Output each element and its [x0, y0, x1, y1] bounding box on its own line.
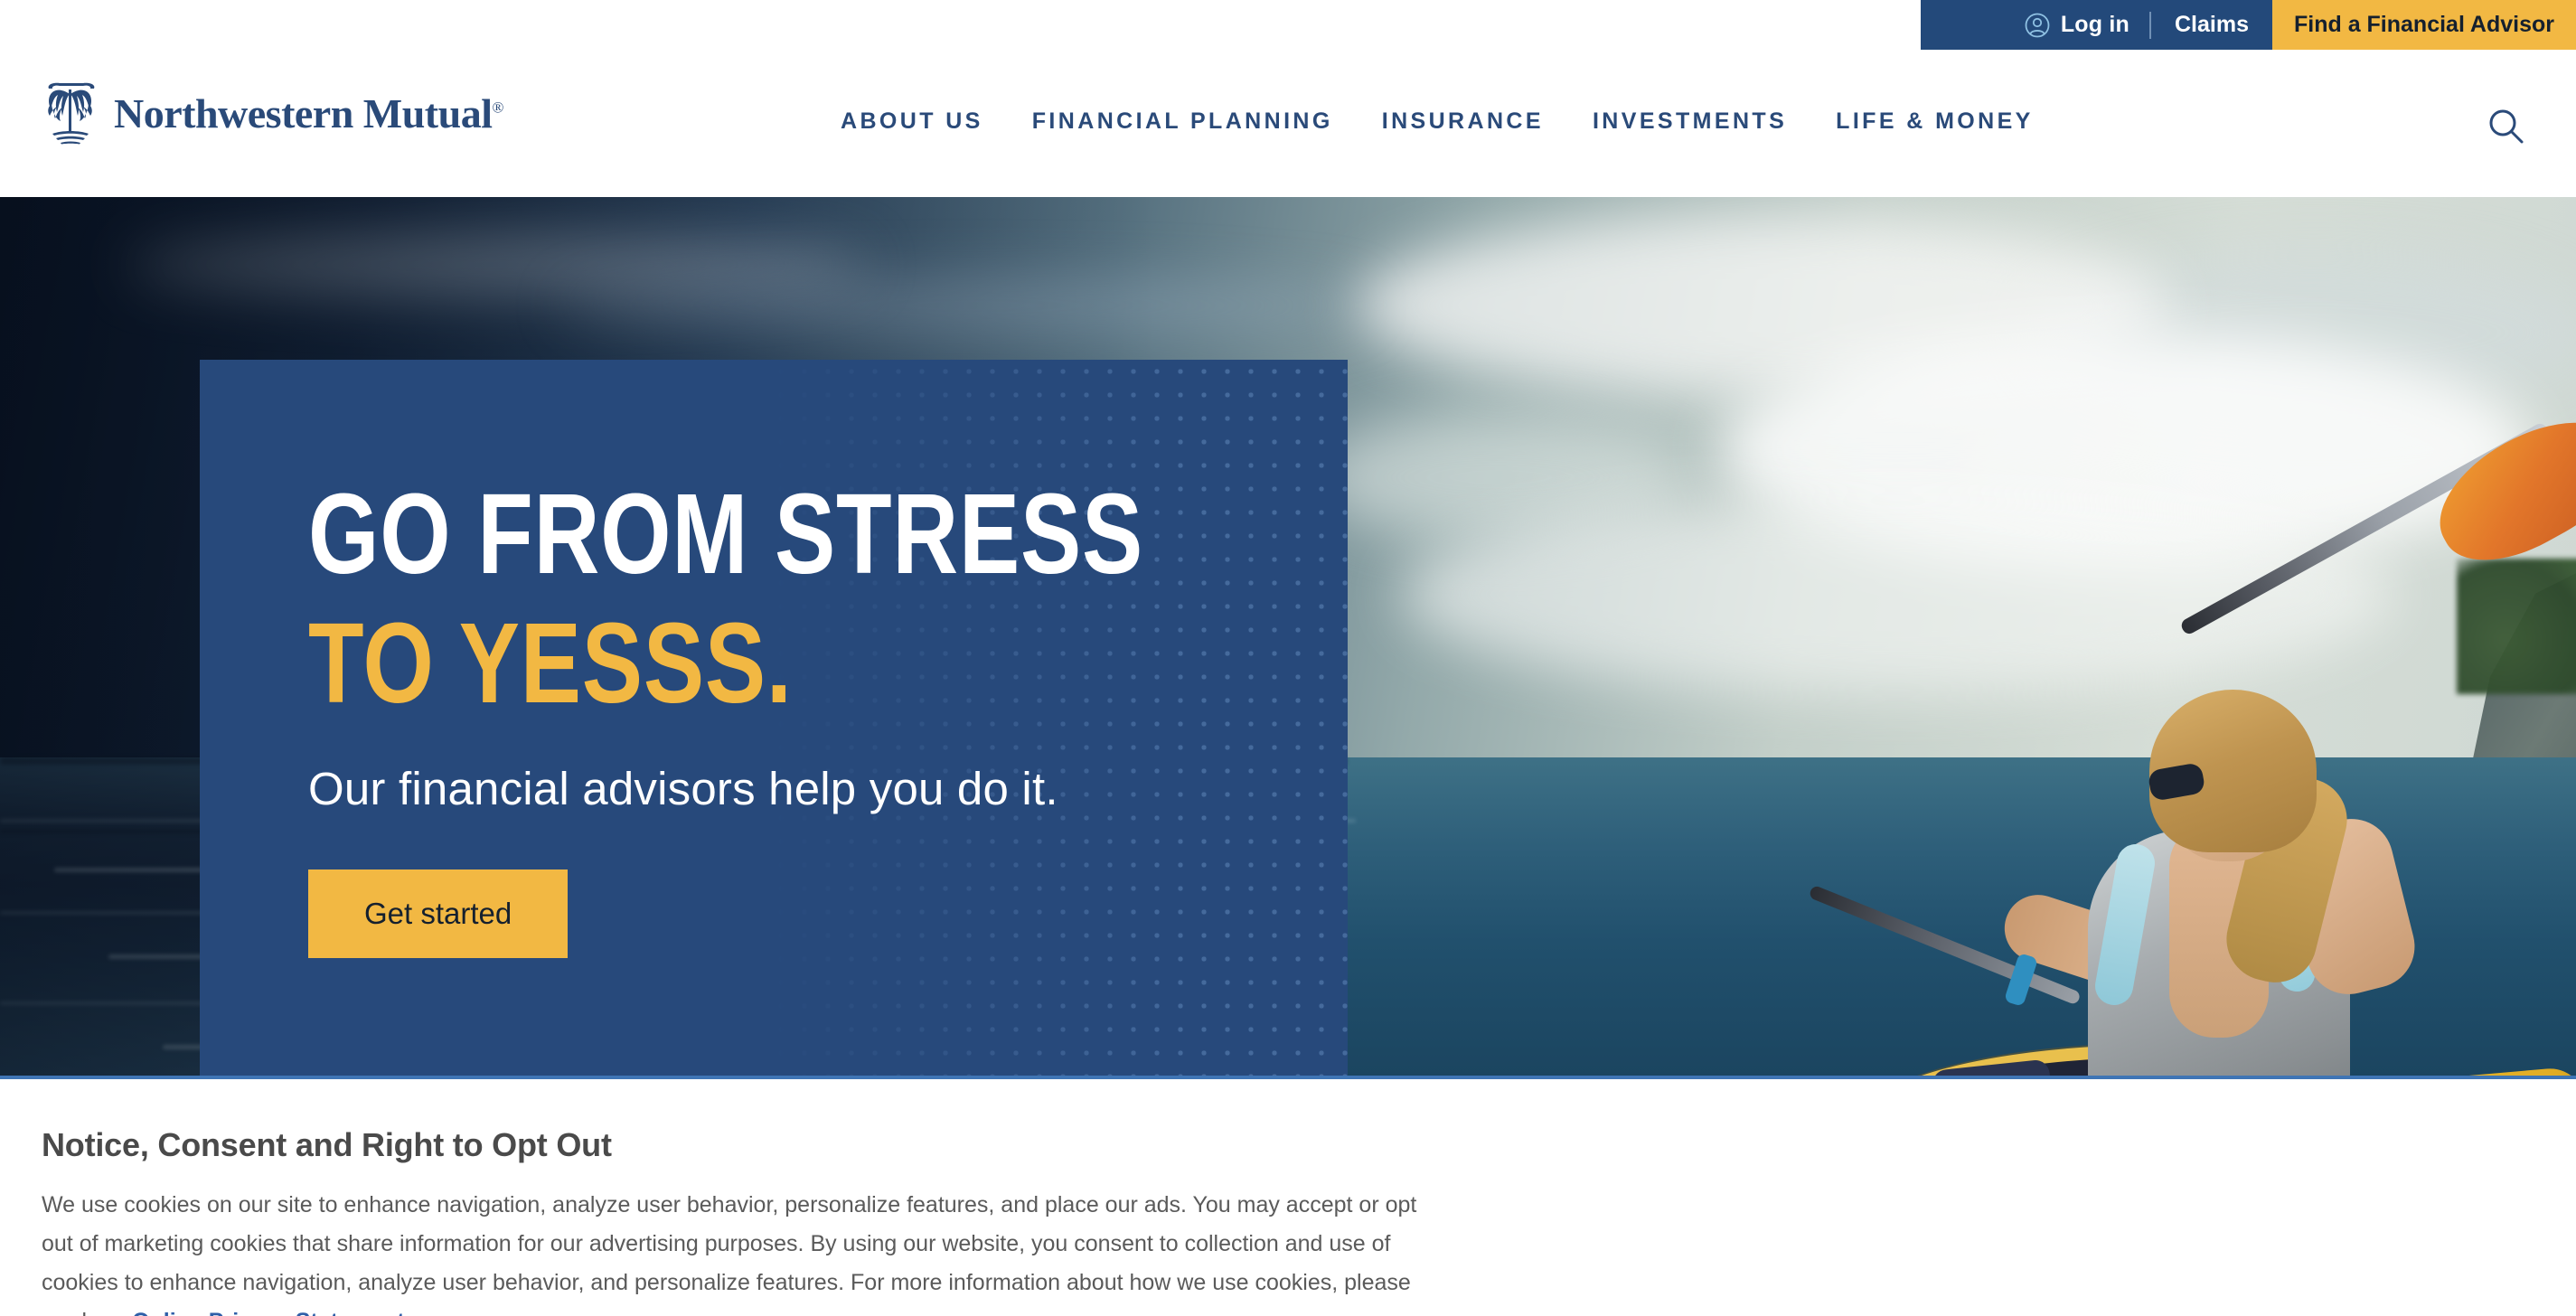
hero-subhead: Our financial advisors help you do it.: [308, 762, 1058, 814]
hero-content-panel: GO FROM STRESS TO YESSS. Our financial a…: [200, 360, 1348, 1076]
registered-trademark-icon: ®: [492, 99, 504, 117]
search-button[interactable]: [2487, 107, 2526, 146]
site-logo[interactable]: Northwestern Mutual®: [43, 81, 503, 145]
logo-wordmark: Northwestern Mutual®: [114, 89, 503, 137]
nav-item-life-and-money[interactable]: LIFE & MONEY: [1836, 108, 2034, 135]
page-root: GO FROM STRESS TO YESSS. Our financial a…: [0, 0, 2576, 1316]
hero-headline-line1: GO FROM STRESS: [308, 470, 1144, 597]
cookie-banner-title: Notice, Consent and Right to Opt Out: [42, 1126, 612, 1163]
login-link[interactable]: Log in: [2025, 0, 2149, 50]
utility-divider: [2149, 11, 2151, 39]
island-vegetation: [2457, 559, 2576, 694]
cloud: [560, 278, 1374, 333]
cookie-banner-text: We use cookies on our site to enhance na…: [42, 1192, 1417, 1316]
utility-bar: Log in Claims Find a Financial Advisor: [1921, 0, 2576, 50]
find-a-financial-advisor-button[interactable]: Find a Financial Advisor: [2271, 0, 2576, 50]
claims-link[interactable]: Claims: [2151, 0, 2272, 50]
nav-item-about-us[interactable]: ABOUT US: [841, 108, 983, 135]
cookie-consent-banner: Notice, Consent and Right to Opt Out We …: [0, 1076, 2576, 1316]
online-privacy-statement-link[interactable]: Online Privacy Statement: [132, 1309, 405, 1316]
get-started-button[interactable]: Get started: [308, 869, 569, 958]
cookie-banner-body: We use cookies on our site to enhance na…: [42, 1186, 1429, 1316]
hero-section: GO FROM STRESS TO YESSS. Our financial a…: [0, 197, 2576, 1076]
user-circle-icon: [2025, 13, 2050, 37]
search-icon: [2489, 109, 2524, 144]
hero-headline-line2: TO YESSS.: [308, 598, 793, 727]
nav-item-insurance[interactable]: INSURANCE: [1382, 108, 1544, 135]
login-label: Log in: [2060, 12, 2129, 37]
ionic-column-capital-icon: [48, 82, 95, 145]
main-navigation: ABOUT US FINANCIAL PLANNING INSURANCE IN…: [841, 108, 2034, 135]
nav-item-investments[interactable]: INVESTMENTS: [1593, 108, 1787, 135]
nav-item-financial-planning[interactable]: FINANCIAL PLANNING: [1032, 108, 1333, 135]
logo-wordmark-text: Northwestern Mutual: [114, 89, 493, 136]
